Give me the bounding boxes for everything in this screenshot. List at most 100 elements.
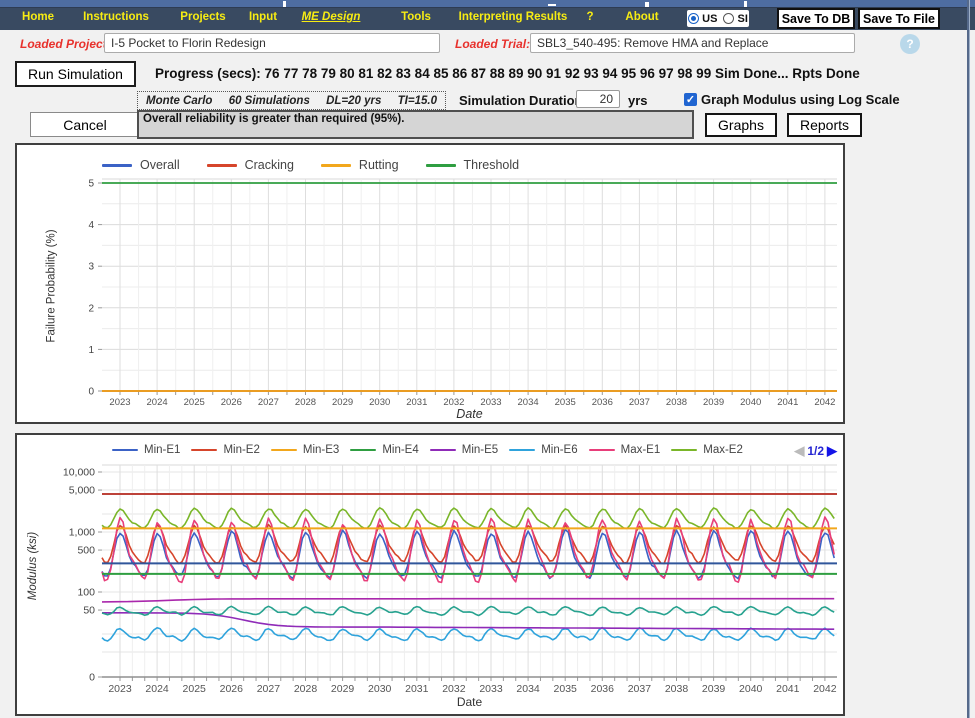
unit-si-label: SI — [738, 13, 748, 25]
svg-text:2030: 2030 — [368, 683, 392, 695]
mc-simulations: 60 Simulations — [229, 95, 310, 107]
svg-text:2037: 2037 — [629, 397, 650, 408]
svg-text:0: 0 — [89, 672, 95, 684]
nav-item-?[interactable]: ? — [586, 11, 593, 23]
svg-text:2038: 2038 — [666, 397, 687, 408]
run-simulation-button[interactable]: Run Simulation — [15, 61, 136, 87]
window-title-strip — [0, 0, 975, 7]
save-to-file-button[interactable]: Save To File — [858, 8, 940, 29]
loaded-trial-field[interactable]: SBL3_540-495: Remove HMA and Replace — [530, 33, 855, 53]
legend-swatch — [350, 449, 376, 452]
legend-label: Min-E1 — [144, 444, 180, 456]
legend-label: Min-E5 — [462, 444, 498, 456]
svg-text:2032: 2032 — [442, 683, 466, 695]
svg-text:2037: 2037 — [628, 683, 652, 695]
svg-text:50: 50 — [83, 605, 95, 617]
nav-item-projects[interactable]: Projects — [180, 11, 225, 23]
svg-text:2039: 2039 — [702, 683, 726, 695]
legend-label: Cracking — [245, 158, 294, 172]
modulus-chart-legend: Min-E1 Min-E2 Min-E3 Min-E4 Min-E5 Min-E6 Max-… — [112, 444, 743, 456]
unit-us-label: US — [702, 13, 717, 25]
unit-radio-si[interactable]: SI — [723, 13, 747, 25]
legend-label: Overall — [140, 158, 180, 172]
mc-traffic-index: TI=15.0 — [398, 95, 437, 107]
svg-text:2040: 2040 — [740, 397, 761, 408]
legend-prev-page-icon[interactable]: ◀ — [794, 443, 804, 459]
nav-item-instructions[interactable]: Instructions — [83, 11, 149, 23]
graphs-button[interactable]: Graphs — [705, 113, 777, 137]
legend-item-min-e1: Min-E1 — [112, 444, 180, 456]
legend-item-rutting: Rutting — [321, 158, 399, 172]
svg-text:2042: 2042 — [813, 683, 837, 695]
nav-item-me-design[interactable]: ME Design — [302, 11, 361, 23]
duration-unit-label: yrs — [628, 93, 648, 108]
window-right-edge-highlight — [969, 0, 970, 718]
svg-text:2029: 2029 — [331, 683, 355, 695]
modulus-chart-ylabel: Modulus (ksi) — [27, 532, 39, 600]
nav-item-home[interactable]: Home — [22, 11, 54, 23]
legend-swatch — [321, 164, 351, 167]
failure-chart-legend: OverallCrackingRuttingThreshold — [102, 158, 519, 172]
legend-item-min-e3: Min-E3 — [271, 444, 339, 456]
failure-chart-plot: 0123452023202420252026202720282029203020… — [17, 145, 843, 422]
svg-text:2027: 2027 — [257, 683, 281, 695]
svg-text:2042: 2042 — [814, 397, 835, 408]
simulation-duration-label: Simulation Duration — [459, 93, 583, 108]
svg-text:2039: 2039 — [703, 397, 724, 408]
reports-button[interactable]: Reports — [787, 113, 862, 137]
legend-swatch — [671, 449, 697, 452]
nav-item-about[interactable]: About — [625, 11, 658, 23]
svg-text:500: 500 — [77, 545, 95, 557]
legend-page-indicator: 1/2 — [807, 444, 824, 458]
nav-item-interpreting-results[interactable]: Interpreting Results — [459, 11, 568, 23]
svg-text:2036: 2036 — [591, 683, 615, 695]
loaded-trial-label: Loaded Trial: — [455, 37, 530, 51]
legend-next-page-icon[interactable]: ▶ — [827, 443, 837, 459]
loaded-project-label: Loaded Project: — [20, 37, 111, 51]
legend-label: Min-E3 — [303, 444, 339, 456]
svg-text:2028: 2028 — [295, 397, 316, 408]
svg-text:Date: Date — [457, 695, 483, 709]
legend-pager: ◀ 1/2 ▶ — [779, 443, 837, 459]
svg-text:2030: 2030 — [369, 397, 390, 408]
svg-text:100: 100 — [77, 587, 95, 599]
save-to-db-button[interactable]: Save To DB — [777, 8, 855, 29]
svg-text:2024: 2024 — [145, 683, 169, 695]
svg-text:2040: 2040 — [739, 683, 763, 695]
svg-text:2041: 2041 — [777, 397, 798, 408]
failure-chart-ylabel: Failure Probability (%) — [46, 229, 58, 342]
svg-text:2034: 2034 — [516, 683, 540, 695]
svg-text:Date: Date — [456, 407, 482, 421]
legend-item-min-e4: Min-E4 — [350, 444, 418, 456]
legend-swatch — [589, 449, 615, 452]
unit-radio-us[interactable]: US — [688, 13, 717, 25]
legend-item-max-e1: Max-E1 — [589, 444, 661, 456]
svg-text:1: 1 — [88, 345, 94, 356]
legend-label: Min-E6 — [541, 444, 577, 456]
svg-text:2024: 2024 — [147, 397, 168, 408]
monte-carlo-summary: Monte Carlo 60 Simulations DL=20 yrs TI=… — [137, 91, 446, 110]
failure-probability-chart: OverallCrackingRuttingThreshold Failure … — [15, 143, 845, 424]
legend-swatch — [112, 449, 138, 452]
nav-item-tools[interactable]: Tools — [401, 11, 431, 23]
svg-text:2023: 2023 — [109, 397, 130, 408]
svg-text:2027: 2027 — [258, 397, 279, 408]
log-scale-checkbox[interactable]: ✓ — [684, 93, 697, 106]
svg-text:2033: 2033 — [480, 397, 501, 408]
svg-text:1,000: 1,000 — [69, 527, 95, 539]
help-icon[interactable]: ? — [900, 34, 920, 54]
svg-text:2035: 2035 — [555, 397, 576, 408]
radio-si-icon[interactable] — [723, 13, 734, 24]
nav-item-input[interactable]: Input — [249, 11, 277, 23]
legend-swatch — [207, 164, 237, 167]
cancel-button[interactable]: Cancel — [30, 112, 140, 137]
simulation-duration-input[interactable]: 20 — [576, 90, 620, 108]
log-scale-checkbox-label: Graph Modulus using Log Scale — [701, 92, 900, 107]
radio-us-icon[interactable] — [688, 13, 699, 24]
svg-text:2033: 2033 — [479, 683, 503, 695]
mc-design-life: DL=20 yrs — [326, 95, 381, 107]
legend-item-min-e2: Min-E2 — [191, 444, 259, 456]
loaded-project-field[interactable]: I-5 Pocket to Florin Redesign — [104, 33, 440, 53]
progress-text: Progress (secs): 76 77 78 79 80 81 82 83… — [155, 66, 860, 81]
legend-label: Min-E4 — [382, 444, 418, 456]
